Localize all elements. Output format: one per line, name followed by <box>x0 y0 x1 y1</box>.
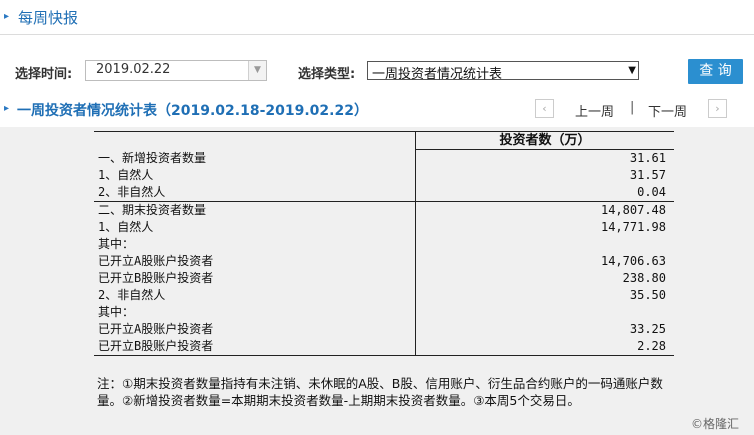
section-header: ▸ 一周投资者情况统计表（2019.02.18-2019.02.22） ‹ 上一… <box>0 96 754 122</box>
date-value: 2019.02.22 <box>96 62 171 77</box>
table-note: 注：①期末投资者数量指持有未注销、未休眠的A股、B股、信用账户、衍生品合约账户的… <box>97 376 663 408</box>
page-title: 每周快报 <box>18 9 79 27</box>
type-label: 选择类型: <box>298 67 356 82</box>
row-label: 已开立A股账户投资者 <box>98 322 214 336</box>
query-button[interactable]: 查 询 <box>688 59 743 84</box>
row-value: 14,807.48 <box>414 201 674 219</box>
row-label: 二、期末投资者数量 <box>94 201 416 219</box>
row-label: 1、自然人 <box>98 220 154 234</box>
table-row: 1、自然人 14,771.98 <box>94 219 674 236</box>
table-row: 已开立A股账户投资者 33.25 <box>94 321 674 338</box>
type-select[interactable]: 一周投资者情况统计表 ▼ <box>367 61 639 82</box>
prev-week-link[interactable]: 上一周 <box>575 101 614 120</box>
row-label: 其中： <box>98 237 135 251</box>
table-row: 1、自然人 31.57 <box>94 167 674 184</box>
table-row: 2、非自然人 35.50 <box>94 287 674 304</box>
row-label: 2、非自然人 <box>98 288 166 302</box>
row-value <box>414 236 674 253</box>
prev-arrow-icon[interactable]: ‹ <box>535 99 554 118</box>
row-value: 0.04 <box>414 184 674 202</box>
date-picker[interactable]: 2019.02.22 ▼ <box>85 60 267 81</box>
table-header-row: 投资者数（万） <box>94 131 674 150</box>
next-week-link[interactable]: 下一周 <box>648 101 687 120</box>
header-divider <box>0 34 754 35</box>
table-row: 其中： <box>94 304 674 321</box>
table-header-blank <box>94 131 416 150</box>
table-row: 一、新增投资者数量 31.61 <box>94 149 674 167</box>
row-label: 已开立A股账户投资者 <box>98 254 214 268</box>
row-label: 一、新增投资者数量 <box>98 150 207 165</box>
investor-table: 投资者数（万） 一、新增投资者数量 31.61 1、自然人 31.57 2、非自… <box>94 131 674 356</box>
chevron-right-icon: ▸ <box>4 11 10 22</box>
row-label: 1、自然人 <box>98 168 154 182</box>
dropdown-arrow-icon[interactable]: ▼ <box>628 62 636 79</box>
table-row: 已开立A股账户投资者 14,706.63 <box>94 253 674 270</box>
time-label: 选择时间: <box>15 67 73 82</box>
filter-bar: 选择时间: 2019.02.22 ▼ 选择类型: 一周投资者情况统计表 ▼ 查 … <box>0 58 754 86</box>
row-value: 33.25 <box>414 321 674 338</box>
table-row: 已开立B股账户投资者 238.80 <box>94 270 674 287</box>
row-label: 已开立B股账户投资者 <box>94 338 416 356</box>
page-header: ▸ 每周快报 <box>0 0 754 35</box>
row-value: 31.61 <box>414 149 674 167</box>
chevron-right-icon: ▸ <box>4 103 10 114</box>
row-value: 238.80 <box>414 270 674 287</box>
row-value: 35.50 <box>414 287 674 304</box>
row-label: 已开立B股账户投资者 <box>98 271 214 285</box>
row-value: 2.28 <box>414 338 674 356</box>
table-row: 二、期末投资者数量 14,807.48 <box>94 201 674 219</box>
row-label: 其中： <box>98 305 135 319</box>
pager-separator: | <box>630 100 635 115</box>
table-row: 已开立B股账户投资者 2.28 <box>94 338 674 356</box>
table-row: 其中： <box>94 236 674 253</box>
row-value: 31.57 <box>414 167 674 184</box>
section-title: 一周投资者情况统计表（2019.02.18-2019.02.22） <box>17 103 368 119</box>
row-value: 14,771.98 <box>414 219 674 236</box>
row-value <box>414 304 674 321</box>
row-label: 2、非自然人 <box>98 185 166 199</box>
column-header: 投资者数（万） <box>414 131 674 150</box>
next-arrow-icon[interactable]: › <box>708 99 727 118</box>
watermark: ©格隆汇 <box>691 417 740 431</box>
table-row: 2、非自然人 0.04 <box>94 184 674 202</box>
type-value: 一周投资者情况统计表 <box>372 67 503 82</box>
row-value: 14,706.63 <box>414 253 674 270</box>
chevron-down-icon[interactable]: ▼ <box>248 61 266 80</box>
report-panel: 投资者数（万） 一、新增投资者数量 31.61 1、自然人 31.57 2、非自… <box>0 127 754 435</box>
